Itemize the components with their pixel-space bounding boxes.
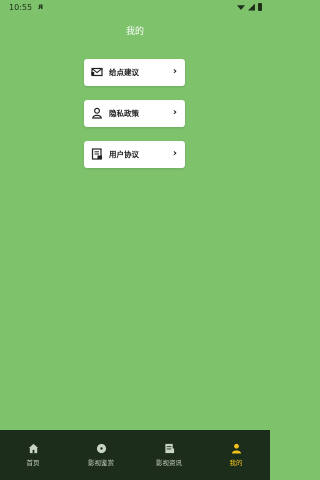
- news-icon: [164, 443, 174, 454]
- notification-app-icon: ᴙ: [38, 2, 44, 11]
- tab-label: 影视资讯: [156, 459, 182, 467]
- film-icon: [96, 443, 106, 454]
- signal-icon: [248, 3, 255, 11]
- user-icon: [92, 107, 102, 119]
- tab-film-news[interactable]: 影视资讯: [144, 443, 194, 467]
- status-icons: [237, 3, 262, 11]
- menu-item-agreement[interactable]: 用户协议 ›: [84, 141, 185, 168]
- battery-icon: [258, 3, 262, 11]
- tab-mine[interactable]: 我的: [211, 443, 261, 467]
- tab-label: 我的: [229, 459, 243, 467]
- profile-icon: [231, 443, 241, 454]
- document-icon: [91, 148, 102, 160]
- menu-item-privacy[interactable]: 隐私政策 ›: [84, 100, 185, 127]
- tab-home[interactable]: 首页: [8, 443, 58, 467]
- menu-item-feedback[interactable]: 给点建议 ›: [84, 59, 185, 86]
- chevron-right-icon: ›: [172, 66, 177, 77]
- wifi-icon: [237, 5, 245, 10]
- chevron-right-icon: ›: [172, 148, 177, 159]
- status-time: 10:55: [9, 3, 33, 12]
- mail-icon: [91, 67, 103, 77]
- tab-label: 影视鉴赏: [88, 459, 114, 467]
- page-title: 我的: [125, 27, 144, 37]
- menu-item-label: 给点建议: [109, 68, 139, 77]
- status-bar: 10:55 ᴙ: [0, 0, 270, 14]
- tab-label: 首页: [26, 459, 40, 467]
- home-icon: [28, 443, 38, 454]
- chevron-right-icon: ›: [172, 107, 177, 118]
- menu-item-label: 隐私政策: [109, 109, 139, 118]
- menu-item-label: 用户协议: [109, 150, 139, 159]
- tab-film-appreciation[interactable]: 影视鉴赏: [76, 443, 126, 467]
- bottom-tab-bar: 首页 影视鉴赏 影视资讯 我的: [0, 430, 270, 480]
